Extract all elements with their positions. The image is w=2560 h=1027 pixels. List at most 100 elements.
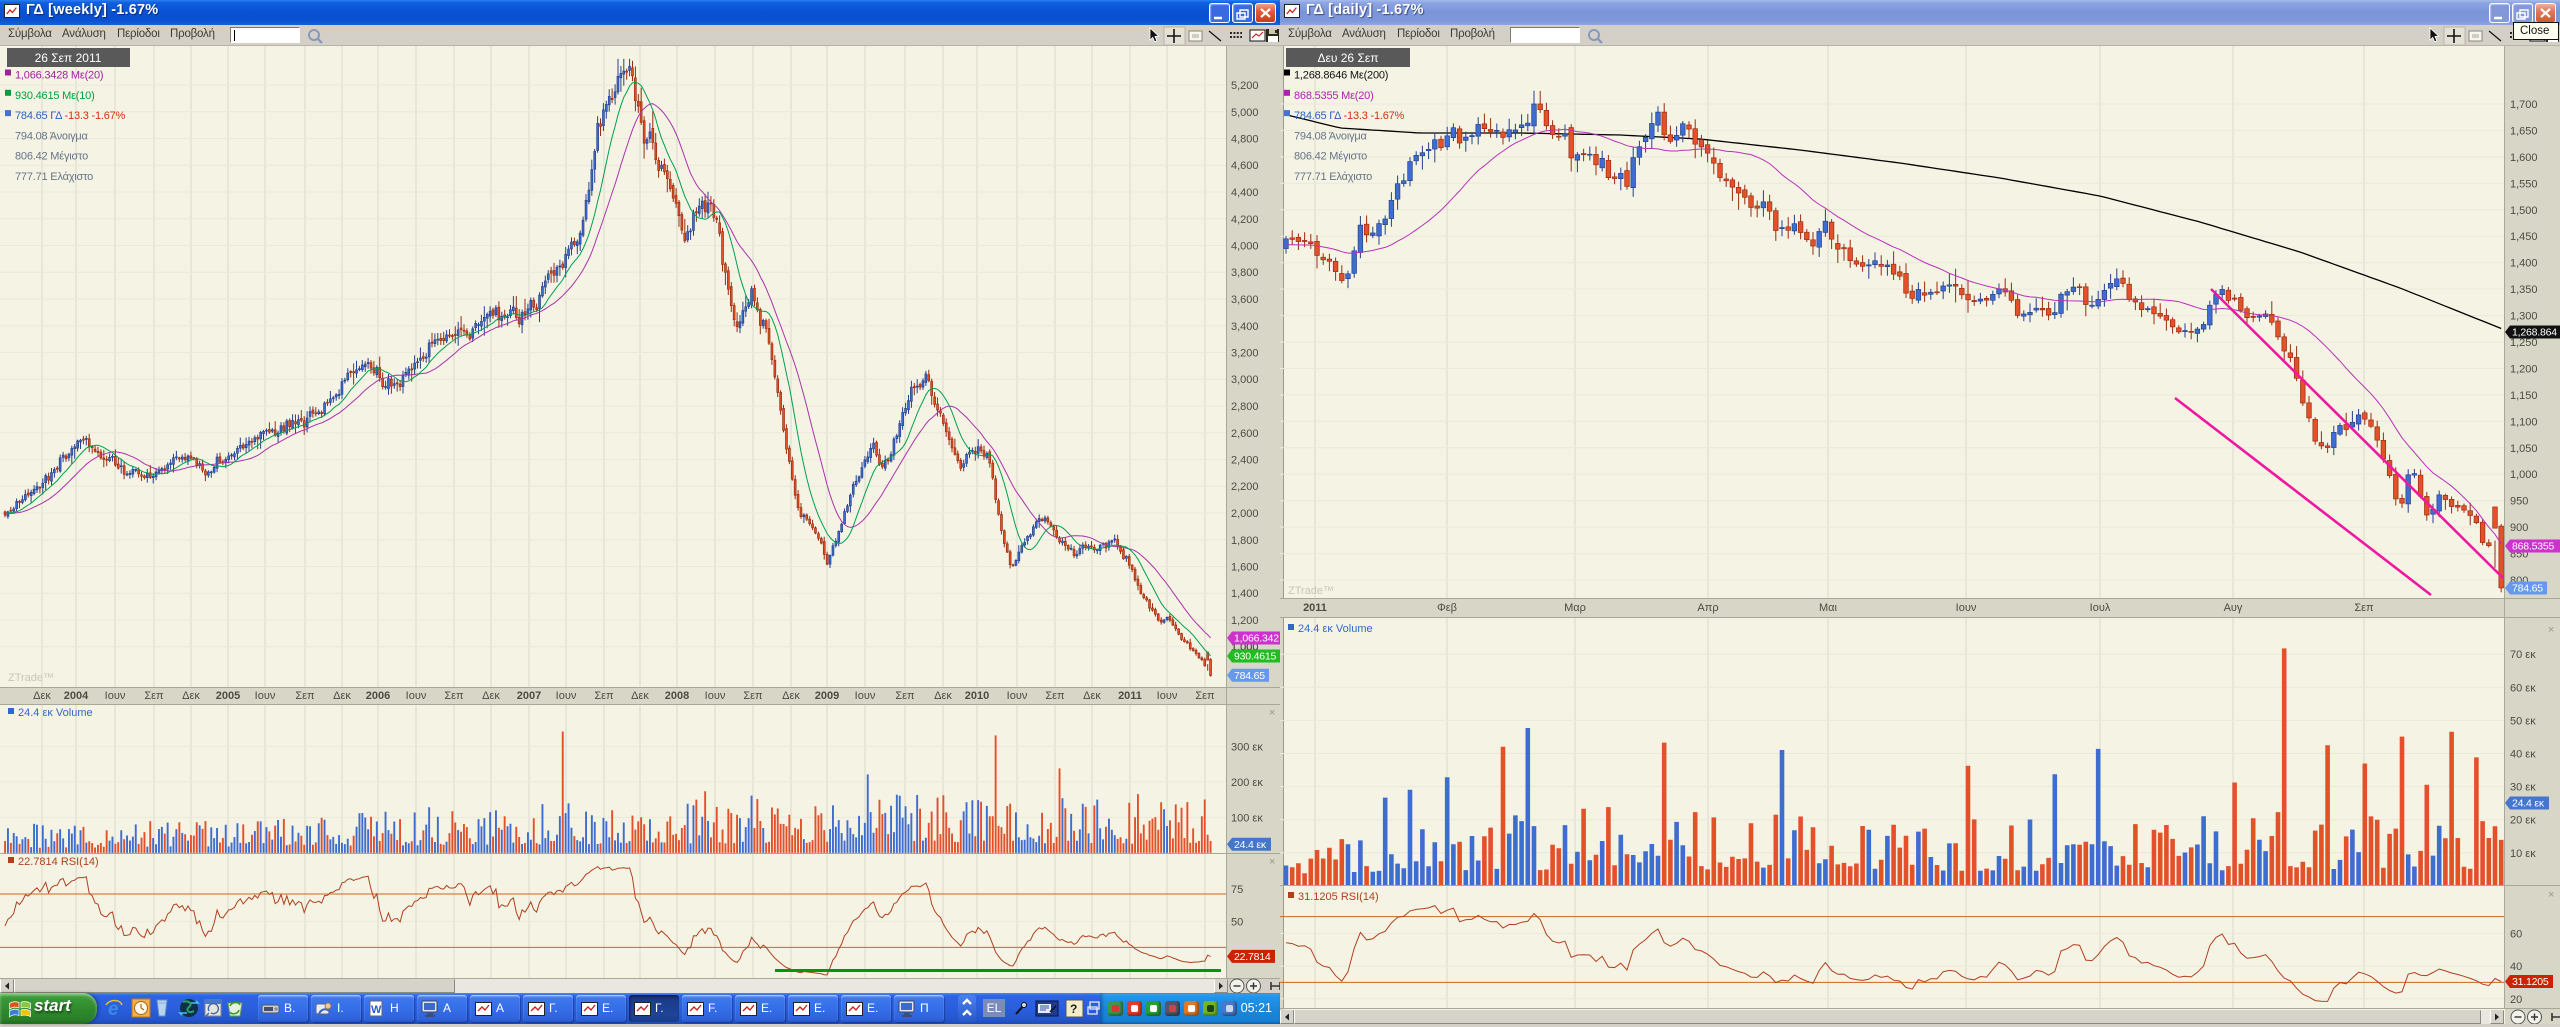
- svg-text:50: 50: [1231, 916, 1243, 928]
- svg-text:24.4 εκ Volume: 24.4 εκ Volume: [18, 707, 93, 719]
- svg-text:Δεκ: Δεκ: [1083, 690, 1101, 702]
- svg-text:1,268.864: 1,268.864: [2512, 327, 2557, 339]
- svg-text:Σεπ: Σεπ: [1195, 690, 1215, 702]
- svg-text:2,200: 2,200: [1231, 481, 1259, 493]
- svg-text:ΖTrade™: ΖTrade™: [8, 672, 54, 684]
- svg-text:2005: 2005: [216, 690, 240, 702]
- svg-text:1,450: 1,450: [2510, 231, 2538, 243]
- svg-text:4,400: 4,400: [1231, 187, 1259, 199]
- svg-text:2,400: 2,400: [1231, 455, 1259, 467]
- svg-text:×: ×: [2548, 624, 2554, 636]
- svg-text:60 εκ: 60 εκ: [2510, 682, 2536, 694]
- svg-text:1,200: 1,200: [2510, 364, 2538, 376]
- svg-text:1,268.8646 Με(200): 1,268.8646 Με(200): [1294, 70, 1388, 82]
- svg-text:Ιουν: Ιουν: [556, 690, 577, 702]
- svg-text:1,500: 1,500: [2510, 205, 2538, 217]
- svg-text:784.65: 784.65: [1234, 670, 1265, 682]
- svg-text:2006: 2006: [366, 690, 390, 702]
- svg-text:868.5355: 868.5355: [2512, 541, 2555, 553]
- svg-text:1,400: 1,400: [1231, 588, 1259, 600]
- svg-text:Ιουν: Ιουν: [255, 690, 276, 702]
- svg-text:794.08 Άνοιγμα: 794.08 Άνοιγμα: [1294, 130, 1368, 142]
- svg-text:Ιουν: Ιουν: [105, 690, 126, 702]
- svg-text:60: 60: [2510, 928, 2522, 940]
- svg-text:ΖTrade™: ΖTrade™: [1288, 585, 1334, 597]
- svg-text:Δεκ: Δεκ: [631, 690, 649, 702]
- svg-text:5,200: 5,200: [1231, 80, 1259, 92]
- svg-text:900: 900: [2510, 522, 2528, 534]
- svg-text:31.1205: 31.1205: [2512, 976, 2549, 988]
- svg-text:Ιουλ: Ιουλ: [2090, 602, 2111, 614]
- svg-text:1,550: 1,550: [2510, 178, 2538, 190]
- svg-text:24.4 εκ: 24.4 εκ: [1234, 839, 1267, 851]
- svg-text:24.4 εκ: 24.4 εκ: [2512, 798, 2545, 810]
- svg-text:1,100: 1,100: [2510, 416, 2538, 428]
- svg-text:Δεκ: Δεκ: [782, 690, 800, 702]
- svg-text:200 εκ: 200 εκ: [1231, 777, 1263, 789]
- svg-text:Φεβ: Φεβ: [1437, 602, 1457, 614]
- svg-text:1,066.342: 1,066.342: [1234, 633, 1279, 645]
- svg-text:22.7814: 22.7814: [1234, 951, 1271, 963]
- svg-text:Σεπ: Σεπ: [1045, 690, 1065, 702]
- svg-text:784.65 ΓΔ -13.3 -1.67%: 784.65 ΓΔ -13.3 -1.67%: [1294, 110, 1405, 122]
- svg-text:Δεκ: Δεκ: [482, 690, 500, 702]
- svg-text:2,000: 2,000: [1231, 508, 1259, 520]
- svg-text:40 εκ: 40 εκ: [2510, 749, 2536, 761]
- svg-text:3,400: 3,400: [1231, 321, 1259, 333]
- svg-text:1,150: 1,150: [2510, 390, 2538, 402]
- svg-text:30 εκ: 30 εκ: [2510, 782, 2536, 794]
- svg-text:2004: 2004: [64, 690, 89, 702]
- svg-text:1,066.3428 Με(20): 1,066.3428 Με(20): [15, 70, 103, 82]
- svg-text:Σεπ: Σεπ: [594, 690, 614, 702]
- svg-text:2009: 2009: [815, 690, 839, 702]
- svg-text:300 εκ: 300 εκ: [1231, 741, 1263, 753]
- svg-text:2008: 2008: [665, 690, 689, 702]
- svg-text:70 εκ: 70 εκ: [2510, 649, 2536, 661]
- svg-text:2011: 2011: [1303, 602, 1327, 614]
- svg-text:Μαι: Μαι: [1819, 602, 1838, 614]
- svg-text:1,350: 1,350: [2510, 284, 2538, 296]
- svg-text:Ιουν: Ιουν: [1157, 690, 1178, 702]
- svg-text:3,200: 3,200: [1231, 348, 1259, 360]
- svg-text:777.71 Ελάχιστο: 777.71 Ελάχιστο: [1294, 171, 1372, 183]
- svg-text:Ιουν: Ιουν: [406, 690, 427, 702]
- svg-text:4,800: 4,800: [1231, 134, 1259, 146]
- svg-text:Δεκ: Δεκ: [182, 690, 200, 702]
- svg-text:2007: 2007: [517, 690, 541, 702]
- svg-text:10 εκ: 10 εκ: [2510, 848, 2536, 860]
- svg-text:24.4 εκ Volume: 24.4 εκ Volume: [1298, 623, 1373, 635]
- svg-text:1,800: 1,800: [1231, 535, 1259, 547]
- svg-text:806.42 Μέγιστο: 806.42 Μέγιστο: [1294, 151, 1367, 163]
- svg-text:Σεπ: Σεπ: [895, 690, 915, 702]
- svg-text:1,250: 1,250: [2510, 337, 2538, 349]
- svg-text:40: 40: [2510, 961, 2522, 973]
- svg-text:Σεπ: Σεπ: [2354, 602, 2374, 614]
- svg-text:1,600: 1,600: [2510, 152, 2538, 164]
- svg-text:1,300: 1,300: [2510, 311, 2538, 323]
- svg-text:Δεκ: Δεκ: [934, 690, 952, 702]
- svg-text:777.71 Ελάχιστο: 777.71 Ελάχιστο: [15, 171, 93, 183]
- svg-text:1,700: 1,700: [2510, 99, 2538, 111]
- svg-text:Σεπ: Σεπ: [295, 690, 315, 702]
- svg-text:950: 950: [2510, 496, 2528, 508]
- svg-text:50 εκ: 50 εκ: [2510, 715, 2536, 727]
- svg-text:Δεκ: Δεκ: [333, 690, 351, 702]
- svg-text:75: 75: [1231, 884, 1243, 896]
- svg-text:?: ?: [1070, 1002, 1077, 1016]
- svg-text:2,600: 2,600: [1231, 428, 1259, 440]
- svg-text:Σεπ: Σεπ: [144, 690, 164, 702]
- svg-text:Ιουν: Ιουν: [1007, 690, 1028, 702]
- svg-text:1,200: 1,200: [1231, 615, 1259, 627]
- svg-text:W: W: [371, 1004, 382, 1016]
- svg-text:2,800: 2,800: [1231, 401, 1259, 413]
- svg-text:Σεπ: Σεπ: [743, 690, 763, 702]
- svg-text:2010: 2010: [965, 690, 989, 702]
- svg-text:4,000: 4,000: [1231, 241, 1259, 253]
- svg-text:Ιουν: Ιουν: [705, 690, 726, 702]
- svg-text:868.5355 Με(20): 868.5355 Με(20): [1294, 90, 1374, 102]
- svg-text:784.65 ΓΔ -13.3 -1.67%: 784.65 ΓΔ -13.3 -1.67%: [15, 110, 126, 122]
- svg-text:930.4615 Με(10): 930.4615 Με(10): [15, 90, 95, 102]
- svg-text:794.08 Άνοιγμα: 794.08 Άνοιγμα: [15, 130, 89, 142]
- svg-text:Ιουν: Ιουν: [855, 690, 876, 702]
- svg-text:20: 20: [2510, 994, 2522, 1006]
